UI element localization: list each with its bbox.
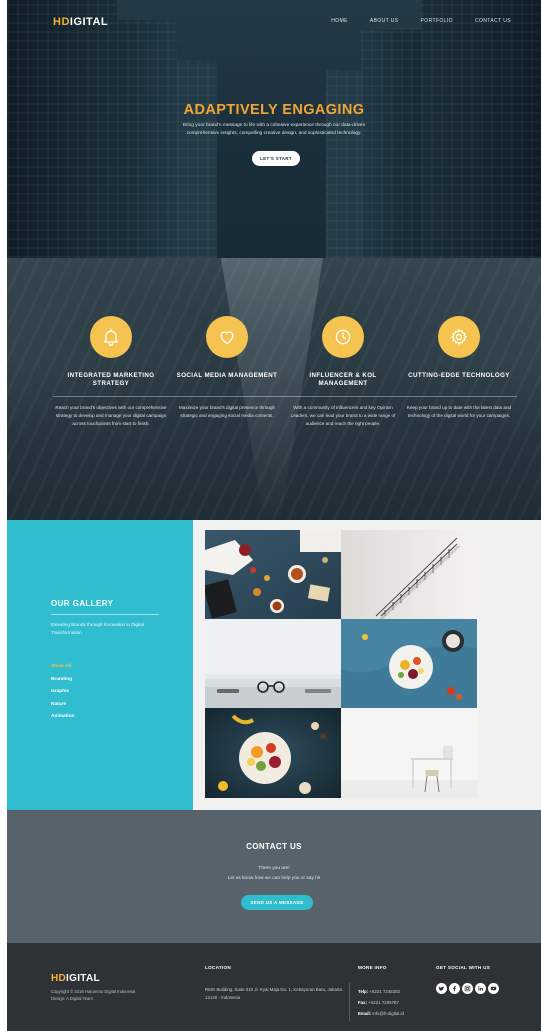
service-description: With a community of influencers and key … [290, 405, 396, 427]
gallery-section: OUR GALLERY Elevating Brands through Inn… [7, 520, 541, 810]
service-title: SOCIAL MEDIA MANAGEMENT [176, 372, 278, 379]
filter-graphic[interactable]: Graphic [51, 689, 74, 694]
nav-portfolio[interactable]: PORTFOLIO [421, 18, 453, 24]
heart-icon [220, 331, 234, 345]
gallery-filters: Show All Branding Graphic Nature Animati… [51, 664, 74, 727]
service-technology: CUTTING-EDGE TECHNOLOGY Keep your brand … [401, 316, 517, 420]
gallery-photo[interactable] [205, 530, 341, 619]
send-message-button[interactable]: SEND US A MESSAGE [241, 895, 313, 910]
contact-greeting: There you are! [258, 866, 290, 871]
divider [349, 983, 350, 1021]
twitter-icon[interactable] [436, 983, 447, 994]
gallery-sidebar: OUR GALLERY Elevating Brands through Inn… [7, 520, 193, 810]
service-description: Maximize your brand's digital presence t… [178, 405, 276, 419]
instagram-icon[interactable] [462, 983, 473, 994]
service-social-media: SOCIAL MEDIA MANAGEMENT Maximize your br… [169, 316, 285, 420]
bell-icon [104, 328, 118, 346]
more-info: Telp: +6221 7245302 Fax: +6221 7205787 E… [358, 986, 404, 1019]
nav-home[interactable]: HOME [331, 18, 348, 24]
location-address: RMG Building, Suite 010 Jl. Kyai Maja No… [205, 987, 342, 1000]
divider [51, 614, 159, 615]
service-icon-circle [322, 316, 364, 358]
email-line: Email: info@h-digital.id [358, 1011, 404, 1017]
site-logo[interactable]: HDIGITAL [53, 16, 108, 28]
fax-number: +6221 7205787 [368, 1000, 399, 1006]
service-title: INTEGRATED MARKETING STRATEGY [67, 372, 155, 387]
divider [53, 396, 169, 397]
contact-section: CONTACT US There you are! Let us know ho… [7, 810, 541, 943]
gallery-photo[interactable] [341, 708, 477, 798]
nav-contact-us[interactable]: CONTACT US [475, 18, 511, 24]
logo-accent: HD [51, 973, 67, 984]
services-section: INTEGRATED MARKETING STRATEGY Reach your… [7, 258, 541, 520]
page: HDIGITAL HOME ABOUT US PORTFOLIO CONTACT… [7, 0, 541, 1031]
filter-nature[interactable]: Nature [51, 702, 74, 707]
logo-accent: HD [53, 16, 70, 28]
hero-title: ADAPTIVELY ENGAGING [183, 102, 365, 118]
gallery-photo[interactable] [205, 619, 341, 708]
lets-start-button[interactable]: LET'S START [252, 151, 300, 166]
gallery-tagline: Elevating Brands through Innovation in D… [51, 622, 144, 635]
filter-branding[interactable]: Branding [51, 677, 74, 682]
service-icon-circle [206, 316, 248, 358]
divider [401, 396, 517, 397]
contact-title: CONTACT US [246, 842, 302, 851]
credit-text: Design: A Digital Team [51, 996, 93, 1002]
phone-line: Telp: +6221 7245302 [358, 989, 401, 994]
phone-number[interactable]: +6221 7245302 [369, 989, 400, 994]
logo-text: IGITAL [66, 973, 100, 984]
filter-animation[interactable]: Animation [51, 714, 74, 719]
gallery-photo[interactable] [341, 530, 477, 619]
service-icon-circle [438, 316, 480, 358]
copyright-text: Copyright © 2016 Harumoto Digital Indone… [51, 989, 136, 994]
service-influencer-kol: INFLUENCER & KOL MANAGEMENT With a commu… [285, 316, 401, 428]
divider [285, 396, 401, 397]
email-link[interactable]: info@h-digital.id [372, 1011, 404, 1016]
footer-logo[interactable]: HDIGITAL [51, 973, 100, 984]
social-heading: GET SOCIAL WITH US [436, 965, 491, 970]
service-title: INFLUENCER & KOL MANAGEMENT [309, 372, 377, 387]
service-icon-circle [90, 316, 132, 358]
service-marketing-strategy: INTEGRATED MARKETING STRATEGY Reach your… [53, 316, 169, 428]
gallery-title: OUR GALLERY [51, 599, 114, 608]
hero-section: HDIGITAL HOME ABOUT US PORTFOLIO CONTACT… [7, 0, 541, 258]
gallery-photo[interactable] [341, 619, 477, 708]
service-description: Reach your brand's objectives with our c… [55, 405, 167, 427]
main-nav: HOME ABOUT US PORTFOLIO CONTACT US [331, 18, 511, 24]
clock-icon [335, 329, 351, 345]
filter-show-all[interactable]: Show All [51, 664, 74, 669]
hero-description: Bring your brand's message to life with … [182, 123, 366, 137]
location-heading: LOCATION [205, 965, 232, 970]
footer: HDIGITAL Copyright © 2016 Harumoto Digit… [7, 943, 541, 1031]
contact-subtext: Let us know how we can help you or say h… [227, 876, 321, 881]
service-description: Keep your brand up to date with the late… [406, 405, 512, 419]
nav-about-us[interactable]: ABOUT US [370, 18, 399, 24]
gallery-photo[interactable] [205, 708, 341, 798]
social-links [436, 983, 499, 994]
fax-line: Fax: +6221 7205787 [358, 1000, 399, 1006]
service-title: CUTTING-EDGE TECHNOLOGY [408, 372, 510, 379]
logo-text: IGITAL [69, 16, 109, 28]
more-info-heading: MORE INFO [358, 965, 387, 970]
youtube-icon[interactable] [488, 983, 499, 994]
gear-icon [451, 328, 467, 345]
linkedin-icon[interactable] [475, 983, 486, 994]
divider [169, 396, 285, 397]
footer-copyright: Copyright © 2016 Harumoto Digital Indone… [51, 988, 181, 1002]
facebook-icon[interactable] [449, 983, 460, 994]
